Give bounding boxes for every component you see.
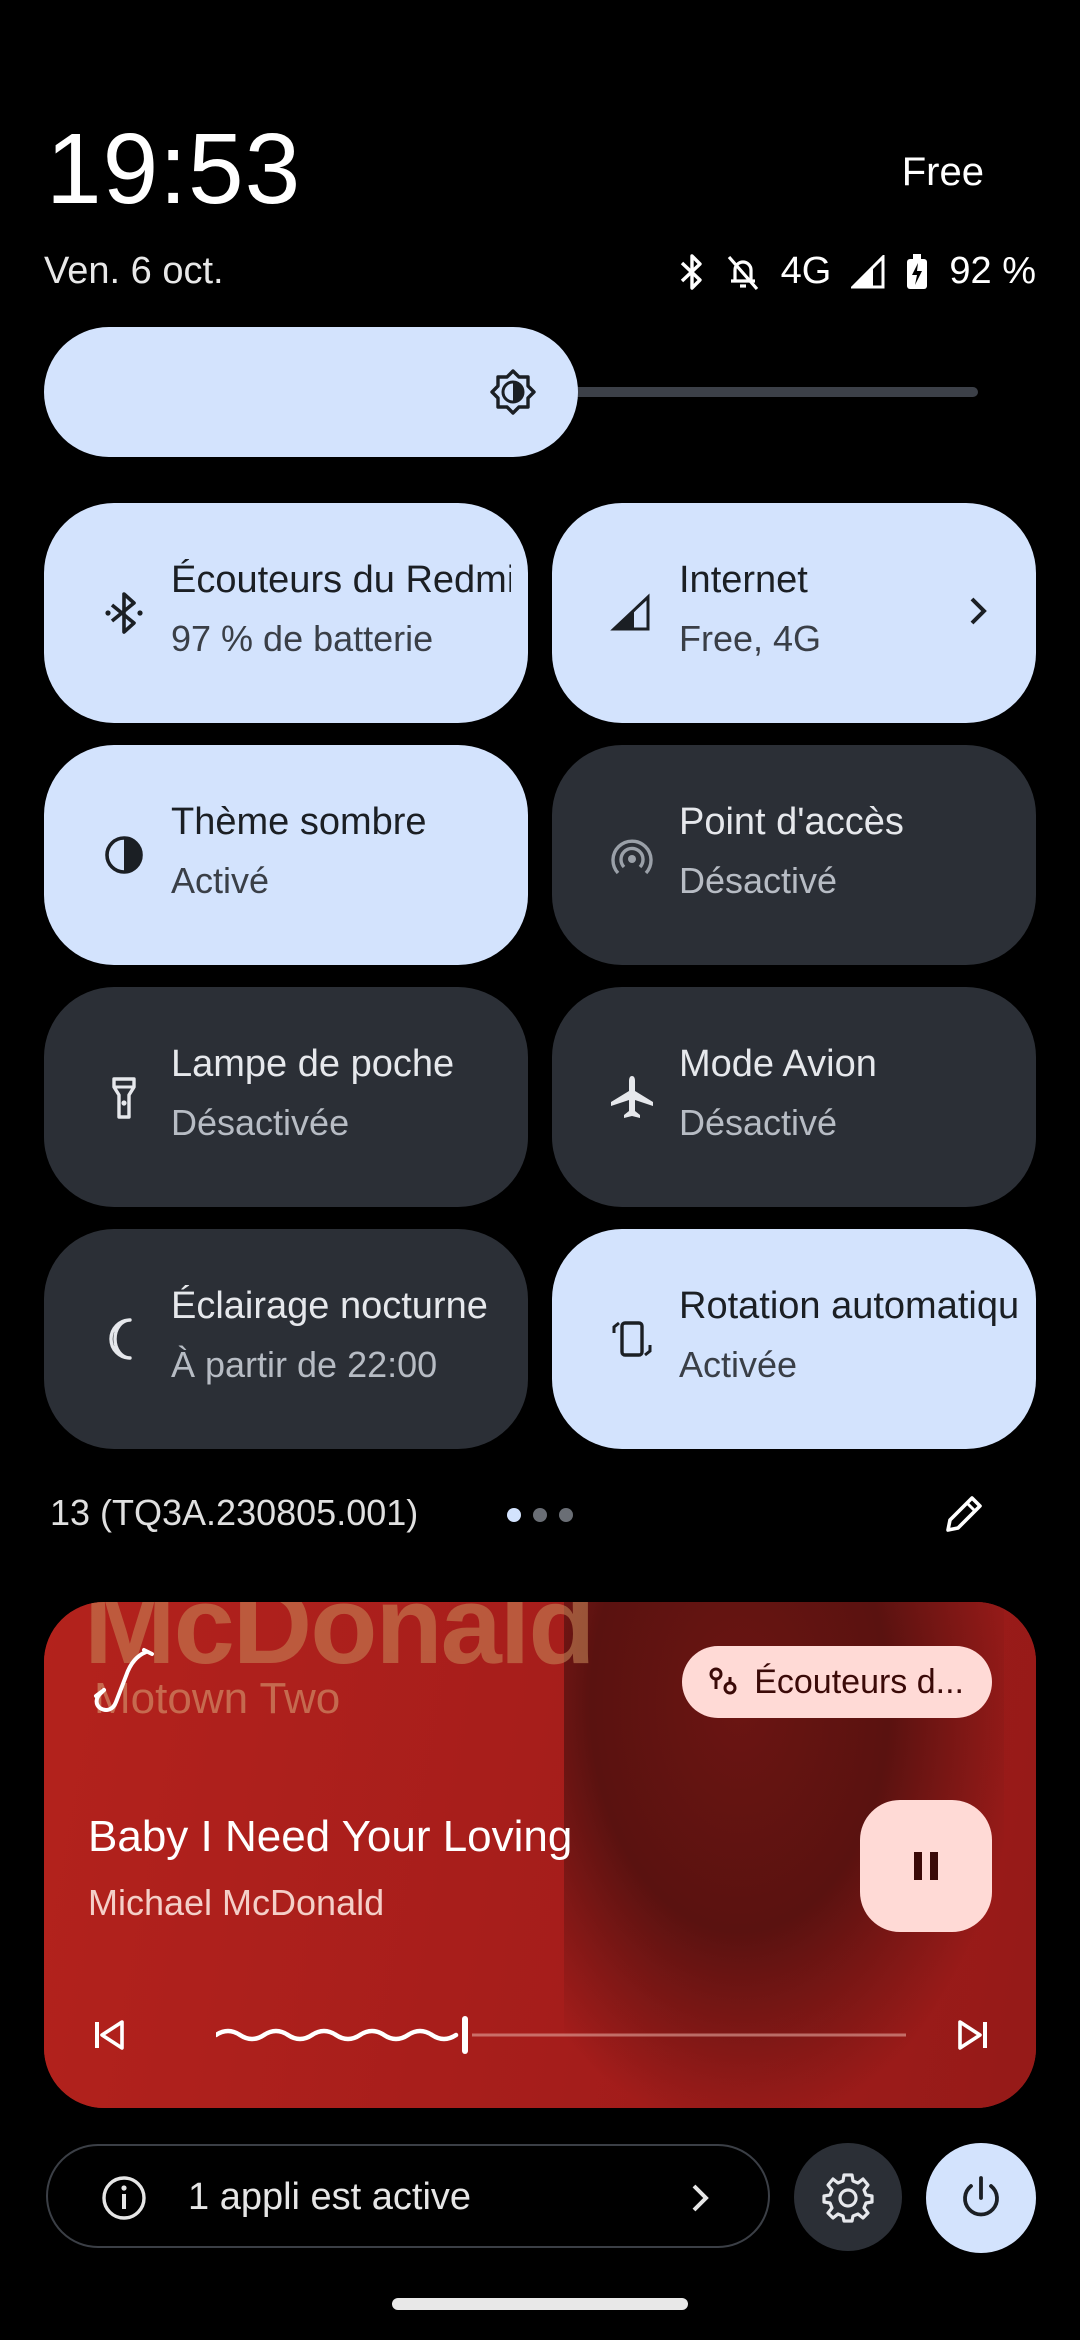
tile-subtitle: Activé (171, 860, 270, 901)
tile-subtitle: 97 % de batterie (171, 618, 434, 659)
previous-track-icon[interactable] (86, 2012, 132, 2058)
tile-subtitle: Désactivé (679, 860, 838, 901)
bluetooth-icon (105, 592, 143, 634)
artist-name: Michael McDonald (88, 1882, 385, 1923)
page-dot (559, 1508, 573, 1522)
moon-icon (109, 1318, 132, 1360)
seek-bar[interactable] (216, 2010, 906, 2060)
tile-subtitle: Désactivé (679, 1102, 838, 1143)
seek-thumb[interactable] (462, 2016, 468, 2054)
seek-played-wave (216, 2028, 459, 2042)
power-button[interactable] (926, 2143, 1036, 2253)
signal-icon (851, 254, 885, 288)
brightness-track[interactable] (564, 387, 978, 397)
page-dot-active (507, 1508, 521, 1522)
home-indicator[interactable] (392, 2298, 688, 2310)
pause-button[interactable] (860, 1800, 992, 1932)
clock: 19:53 (46, 113, 302, 225)
power-icon (963, 2176, 999, 2217)
tile-title: Mode Avion (679, 1043, 877, 1085)
next-track-icon[interactable] (950, 2012, 996, 2058)
build-number: 13 (TQ3A.230805.001) (50, 1492, 419, 1533)
tile-hotspot[interactable]: Point d'accès Désactivé (552, 745, 1036, 965)
chevron-right-icon (692, 2184, 709, 2212)
tile-bluetooth-headphones[interactable]: Écouteurs du Redmi 97 % de batterie (44, 503, 528, 723)
settings-button[interactable] (794, 2143, 902, 2251)
tile-flashlight[interactable]: Lampe de poche Désactivée (44, 987, 528, 1207)
tile-title: Éclairage nocturne (171, 1285, 488, 1327)
tile-auto-rotate[interactable]: Rotation automatique Activée (552, 1229, 1036, 1449)
tile-subtitle: Activée (679, 1344, 798, 1385)
audio-output-chip[interactable]: Écouteurs d... (682, 1646, 992, 1718)
rotate-icon (612, 1321, 652, 1357)
active-apps-button[interactable]: 1 appli est active (46, 2144, 770, 2248)
tile-internet[interactable]: Internet Free, 4G (552, 503, 1036, 723)
audio-output-label: Écouteurs d... (754, 1662, 964, 1701)
tile-title: Rotation automatique (679, 1285, 1019, 1327)
network-type: 4G (780, 250, 832, 292)
gear-icon (822, 2173, 874, 2223)
brightness-slider[interactable] (44, 327, 978, 457)
hotspot-icon (611, 839, 653, 875)
bell-off-icon (727, 255, 758, 290)
contrast-icon (105, 836, 143, 874)
pause-icon (914, 1852, 938, 1880)
airplane-icon (611, 1076, 653, 1118)
song-title: Baby I Need Your Loving (88, 1812, 573, 1861)
bluetooth-icon (680, 253, 702, 290)
chevron-right-icon (970, 597, 987, 625)
headphones-icon (709, 1667, 737, 1695)
flashlight-icon (112, 1077, 136, 1119)
status-icons: 4G 92 % (679, 250, 1036, 293)
tile-title: Thème sombre (171, 801, 427, 843)
signal-icon (610, 593, 650, 631)
brightness-icon (490, 369, 536, 415)
info-icon (102, 2176, 146, 2220)
page-indicator (507, 1508, 573, 1522)
tile-title: Écouteurs du Redmi (171, 559, 511, 601)
page-dot (533, 1508, 547, 1522)
date: Ven. 6 oct. (44, 250, 224, 292)
carrier-name: Free (901, 150, 984, 194)
edit-pencil-icon[interactable] (940, 1490, 988, 1538)
tile-subtitle: Désactivée (171, 1102, 350, 1143)
tile-title: Point d'accès (679, 801, 904, 843)
tile-airplane-mode[interactable]: Mode Avion Désactivé (552, 987, 1036, 1207)
media-player[interactable]: McDonald Motown Two Écouteurs d... Baby … (44, 1602, 1036, 2108)
battery-charging-icon (907, 253, 928, 289)
tile-dark-theme[interactable]: Thème sombre Activé (44, 745, 528, 965)
active-apps-label: 1 appli est active (188, 2176, 472, 2218)
tile-night-light[interactable]: Éclairage nocturne À partir de 22:00 (44, 1229, 528, 1449)
saxophone-app-icon (94, 1648, 154, 1712)
tile-subtitle: À partir de 22:00 (171, 1344, 438, 1385)
tile-title: Lampe de poche (171, 1043, 455, 1085)
battery-level: 92 % (949, 250, 1036, 292)
